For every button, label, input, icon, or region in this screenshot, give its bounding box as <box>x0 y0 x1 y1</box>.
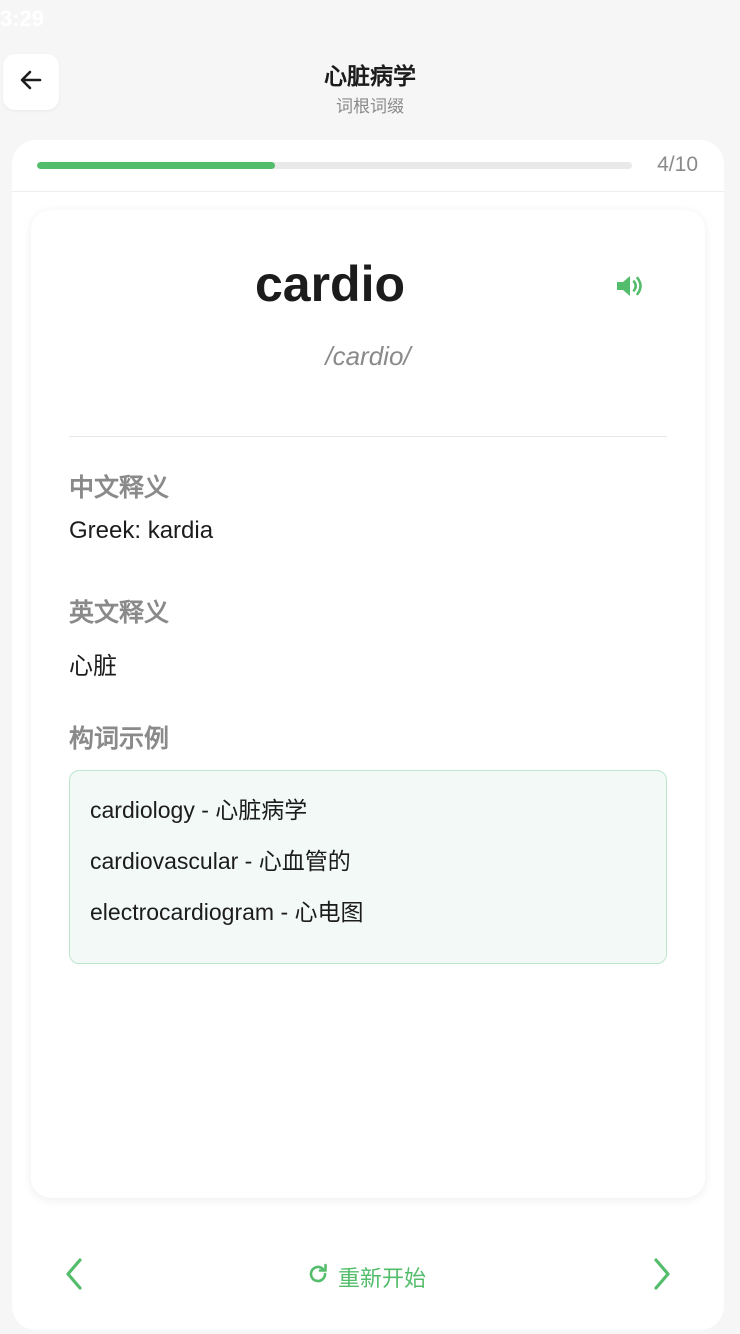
divider <box>69 436 667 437</box>
example-item: electrocardiogram - 心电图 <box>90 899 364 925</box>
restart-label: 重新开始 <box>338 1266 427 1291</box>
progress-fill <box>37 162 275 169</box>
progress-label: 4/10 <box>657 153 698 176</box>
flashcard: cardio /cardio/ 中文释义 Greek: kardia 英文释义 … <box>31 210 705 1198</box>
example-item: cardiovascular - 心血管的 <box>90 848 351 874</box>
speaker-icon <box>613 270 645 307</box>
progress-row: 4/10 <box>12 140 724 192</box>
word-title: cardio <box>254 256 406 312</box>
chinese-meaning-value: Greek: kardia <box>69 517 214 544</box>
main-panel: 4/10 cardio /cardio/ 中文释义 Greek: kardia … <box>12 140 724 1330</box>
chevron-left-icon <box>62 1257 86 1296</box>
refresh-icon <box>306 1262 330 1292</box>
page-title: 心脏病学 <box>324 63 416 89</box>
phonetic: /cardio/ <box>325 341 411 371</box>
previous-button[interactable] <box>52 1256 96 1296</box>
example-item: cardiology - 心脏病学 <box>90 797 308 823</box>
page-subtitle: 词根词缀 <box>336 97 404 116</box>
chinese-meaning-label: 中文释义 <box>69 474 170 502</box>
pronounce-button[interactable] <box>609 268 649 308</box>
english-meaning-label: 英文释义 <box>69 599 170 627</box>
examples-label: 构词示例 <box>69 725 170 753</box>
next-button[interactable] <box>640 1256 684 1296</box>
restart-button[interactable]: 重新开始 <box>306 1259 426 1295</box>
progress-bar <box>37 162 632 169</box>
chevron-right-icon <box>650 1257 674 1296</box>
status-time: 3:29 <box>0 6 45 31</box>
examples-box: cardiology - 心脏病学 cardiovascular - 心血管的 … <box>69 770 667 964</box>
english-meaning-value: 心脏 <box>69 653 117 680</box>
